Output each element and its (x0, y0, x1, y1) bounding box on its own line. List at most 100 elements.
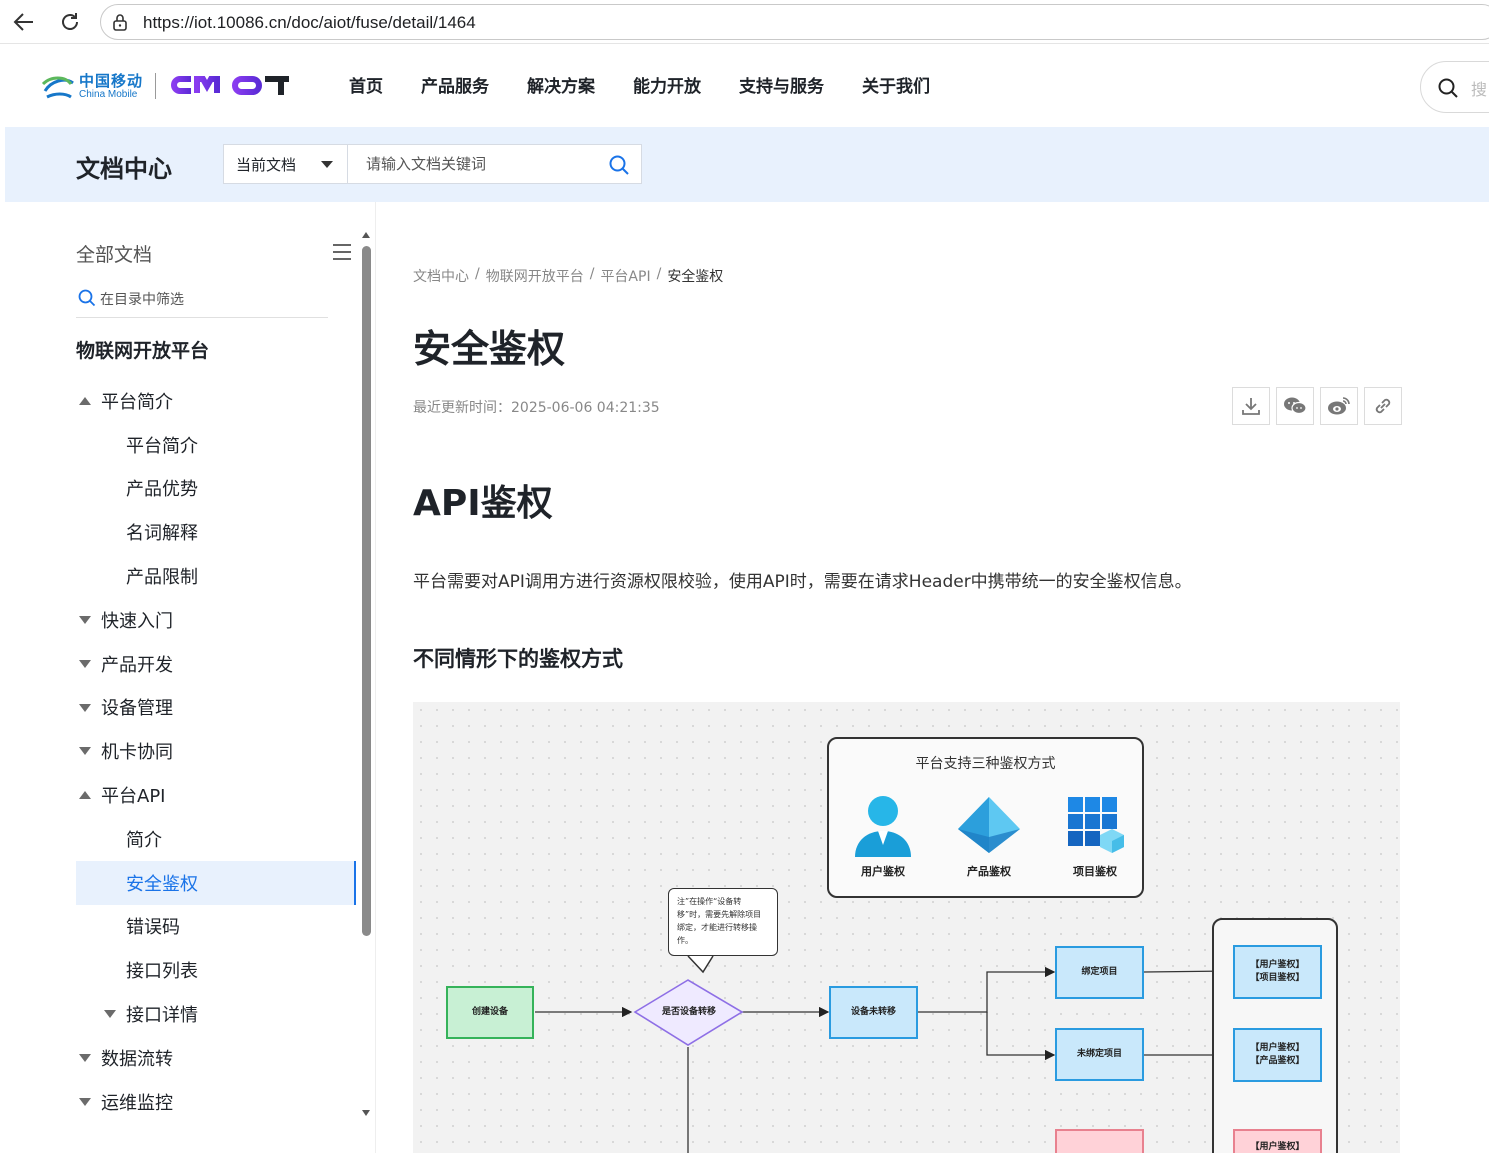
tree-item-security-auth[interactable]: 安全鉴权 (76, 860, 356, 905)
breadcrumb-api[interactable]: 平台API (600, 266, 650, 286)
tree-item-label: 机卡协同 (101, 742, 173, 764)
all-docs-label[interactable]: 全部文档 (76, 240, 152, 267)
caret-up-icon (79, 397, 91, 405)
create-device-box: 创建设备 (446, 986, 534, 1039)
tree-item-glossary[interactable]: 名词解释 (76, 510, 356, 554)
tree-item-platform-intro-group[interactable]: 平台简介 (76, 379, 356, 423)
web-page: 中国移动 China Mobile 首页 产品服务 解决方案 能力开放 支持与服… (5, 45, 1489, 1153)
page-title: 安全鉴权 (413, 327, 566, 371)
tree-item-api-list[interactable]: 接口列表 (76, 948, 356, 992)
breadcrumb: 文档中心 / 物联网开放平台 / 平台API / 安全鉴权 (413, 266, 723, 286)
breadcrumb-doc-center[interactable]: 文档中心 (413, 266, 469, 286)
header-search-placeholder: 搜 (1471, 80, 1488, 99)
scope-select[interactable]: 当前文档 (223, 144, 348, 184)
weibo-icon (1328, 397, 1350, 415)
tree-item-ops-monitor[interactable]: 运维监控 (76, 1080, 356, 1124)
tree-item-platform-api[interactable]: 平台API (76, 773, 356, 817)
logo-divider (155, 73, 156, 99)
doc-search-box (347, 144, 642, 184)
section-paragraph: 平台需要对API调用方进行资源权限校验，使用API时，需要在请求Header中携… (413, 572, 1192, 592)
scroll-down-icon[interactable] (362, 1110, 370, 1116)
nav-home[interactable]: 首页 (349, 72, 383, 97)
breadcrumb-separator: / (656, 266, 662, 282)
download-button[interactable] (1232, 387, 1270, 425)
main-nav: 首页 产品服务 解决方案 能力开放 支持与服务 关于我们 (349, 72, 930, 97)
tree-item-label: 产品优势 (126, 479, 198, 501)
nav-solutions[interactable]: 解决方案 (527, 72, 595, 97)
scroll-thumb[interactable] (362, 246, 371, 936)
tree-item-product-limits[interactable]: 产品限制 (76, 554, 356, 598)
header-search[interactable]: 搜 (1420, 61, 1489, 113)
subsection-heading: 不同情形下的鉴权方式 (413, 647, 623, 671)
user-auth-label: 用户鉴权 (861, 865, 905, 878)
user-icon (855, 796, 911, 857)
sidebar-scrollbar[interactable] (361, 232, 371, 1122)
tree-item-platform-intro[interactable]: 平台简介 (76, 423, 356, 467)
doc-center-title: 文档中心 (76, 155, 172, 183)
pink-box (1055, 1129, 1144, 1153)
caret-down-icon (79, 747, 91, 756)
sidebar-divider (375, 202, 376, 1153)
product-icon (958, 797, 1020, 853)
wechat-icon (1284, 397, 1307, 415)
sidebar-filter-input[interactable] (100, 289, 320, 311)
tree-item-api-intro[interactable]: 简介 (76, 817, 356, 861)
caret-down-icon (104, 1010, 116, 1019)
scroll-up-icon[interactable] (362, 232, 370, 238)
search-icon[interactable] (608, 154, 630, 176)
back-arrow-icon (13, 13, 33, 31)
address-bar[interactable]: https://iot.10086.cn/doc/aiot/fuse/detai… (100, 4, 1489, 40)
updated-time: 最近更新时间：2025-06-06 04:21:35 (413, 400, 660, 416)
auth-methods-panel: 平台支持三种鉴权方式 用户鉴权 产品鉴权 项目鉴权 (827, 737, 1144, 898)
breadcrumb-current: 安全鉴权 (667, 269, 724, 285)
tree-item-card-coop[interactable]: 机卡协同 (76, 729, 356, 773)
cmiot-logo-icon[interactable] (171, 73, 295, 99)
browser-toolbar: https://iot.10086.cn/doc/aiot/fuse/detai… (0, 0, 1489, 44)
platform-title[interactable]: 物联网开放平台 (76, 336, 209, 363)
share-toolbar (1232, 387, 1402, 425)
tree-item-product-dev[interactable]: 产品开发 (76, 642, 356, 686)
tree-item-label: 接口列表 (126, 961, 198, 983)
caret-down-icon (79, 1053, 91, 1062)
nav-support[interactable]: 支持与服务 (739, 72, 824, 97)
doc-content: 文档中心 / 物联网开放平台 / 平台API / 安全鉴权 安全鉴权 最近更新时… (413, 202, 1403, 1153)
result-line: 【产品鉴权】 (1250, 1056, 1305, 1066)
user-auth-item: 用户鉴权 (848, 795, 918, 878)
tree-item-api-details[interactable]: 接口详情 (76, 992, 356, 1036)
breadcrumb-platform[interactable]: 物联网开放平台 (486, 266, 584, 286)
back-button[interactable] (10, 8, 38, 36)
tree-item-product-advantages[interactable]: 产品优势 (76, 467, 356, 511)
project-grid-icon (1068, 797, 1124, 853)
weibo-share-button[interactable] (1320, 387, 1358, 425)
doc-search-input[interactable] (348, 145, 598, 183)
tree-item-device-mgmt[interactable]: 设备管理 (76, 686, 356, 730)
is-transfer-decision: 是否设备转移 (661, 1006, 716, 1017)
nav-products[interactable]: 产品服务 (421, 72, 489, 97)
nav-capabilities[interactable]: 能力开放 (633, 72, 701, 97)
nav-about[interactable]: 关于我们 (862, 72, 930, 97)
tree-item-quick-start[interactable]: 快速入门 (76, 598, 356, 642)
tree-item-label: 安全鉴权 (126, 873, 198, 895)
logo-text-en: China Mobile (79, 89, 138, 100)
not-transferred-box: 设备未转移 (829, 986, 918, 1039)
reload-icon (62, 13, 78, 30)
tree-item-label: 平台简介 (101, 391, 173, 413)
scope-select-value: 当前文档 (236, 156, 297, 174)
copy-link-button[interactable] (1364, 387, 1402, 425)
result-user-box-partial: 【用户鉴权】 (1233, 1129, 1322, 1153)
china-mobile-logo-icon[interactable] (41, 69, 75, 103)
menu-icon[interactable] (332, 242, 352, 262)
caret-down-icon (79, 659, 91, 668)
wechat-share-button[interactable] (1276, 387, 1314, 425)
doc-sidebar: 全部文档 物联网开放平台 平台简介 平台简介 产品优势 名词解释 产品限制 快速… (5, 202, 375, 1153)
tree-item-label: 错误码 (126, 917, 180, 939)
product-auth-label: 产品鉴权 (967, 865, 1011, 878)
doc-tree: 平台简介 平台简介 产品优势 名词解释 产品限制 快速入门 产品开发 设备管理 … (76, 379, 356, 1124)
tree-item-error-codes[interactable]: 错误码 (76, 905, 356, 949)
section-heading: API鉴权 (413, 483, 553, 524)
reload-button[interactable] (56, 8, 84, 36)
lock-icon (113, 14, 127, 31)
tree-item-data-flow[interactable]: 数据流转 (76, 1036, 356, 1080)
search-icon (1438, 78, 1458, 98)
tree-item-label: 平台简介 (126, 435, 198, 457)
